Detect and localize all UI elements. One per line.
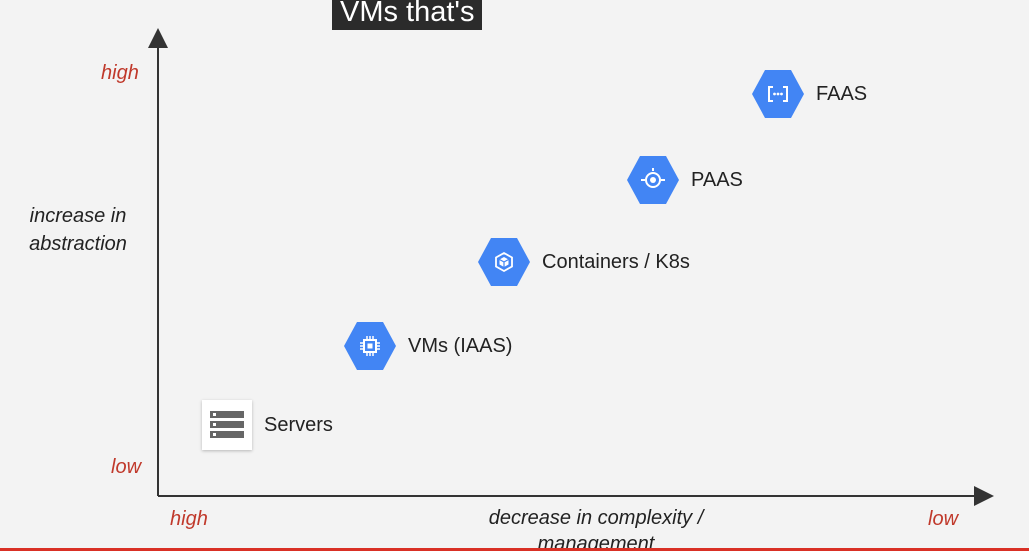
node-paas: PAAS (627, 156, 743, 204)
compute-chip-icon (344, 322, 396, 370)
y-axis-title: increase in abstraction (29, 205, 127, 255)
node-label: VMs (IAAS) (408, 334, 513, 357)
x-axis-title: decrease in complexity / management (488, 507, 704, 551)
x-high-label: high (170, 508, 208, 530)
diagram-stage: VMs that's high low increase in abstract… (0, 0, 1029, 551)
node-containers: Containers / K8s (478, 238, 690, 286)
x-low-label: low (928, 508, 959, 530)
node-label: FAAS (816, 82, 868, 105)
node-faas: FAAS (752, 70, 867, 118)
app-engine-icon (627, 156, 679, 204)
node-label: PAAS (691, 168, 743, 191)
y-high-label: high (101, 62, 139, 84)
cloud-functions-icon (752, 70, 804, 118)
server-icon (202, 400, 252, 450)
container-cube-icon (478, 238, 530, 286)
y-low-label: low (111, 456, 142, 478)
node-servers: Servers (202, 400, 333, 450)
node-vms: VMs (IAAS) (344, 322, 512, 370)
node-label: Containers / K8s (542, 250, 690, 273)
node-label: Servers (264, 413, 333, 436)
